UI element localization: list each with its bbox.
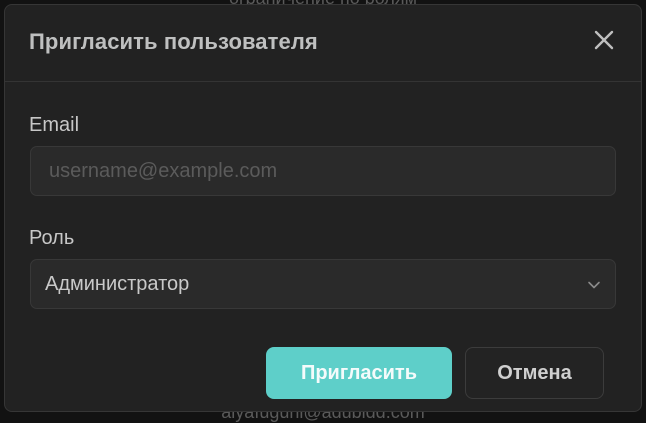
role-selected-value: Администратор — [45, 273, 190, 295]
email-input[interactable] — [30, 146, 616, 196]
cancel-button[interactable]: Отмена — [465, 347, 604, 399]
chevron-down-icon — [588, 281, 600, 289]
dialog-title: Пригласить пользователя — [29, 29, 318, 54]
email-label: Email — [29, 114, 80, 136]
role-select[interactable]: Администратор — [30, 259, 616, 309]
close-button[interactable] — [591, 27, 617, 53]
invite-user-dialog: Пригласить пользователя Email Роль Админ… — [4, 4, 642, 412]
role-label: Роль — [29, 227, 75, 249]
invite-button[interactable]: Пригласить — [266, 347, 452, 399]
dialog-header: Пригласить пользователя — [5, 5, 641, 82]
close-icon — [594, 30, 614, 50]
